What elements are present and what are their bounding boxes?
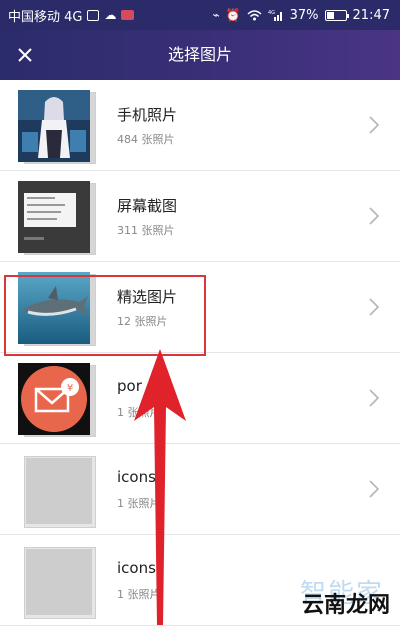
chevron-right-icon xyxy=(369,480,380,498)
chevron-right-icon xyxy=(369,207,380,225)
album-row-screenshots[interactable]: 屏幕截图 311 张照片 xyxy=(0,171,400,262)
clock: 21:47 xyxy=(352,7,390,23)
cloud-icon: ☁ xyxy=(104,8,117,22)
album-row-icons-2[interactable]: icons 1 张照片 xyxy=(0,535,400,626)
album-thumbnail xyxy=(18,90,98,164)
album-row-phone-photos[interactable]: 手机照片 484 张照片 xyxy=(0,80,400,171)
album-row-por[interactable]: ¥ por 1 张照片 xyxy=(0,353,400,444)
placeholder-thumbnail xyxy=(26,549,92,615)
album-count: 311 张照片 xyxy=(117,224,175,237)
anime-character-thumbnail xyxy=(18,90,90,162)
album-count: 484 张照片 xyxy=(117,133,175,146)
title-bar: 选择图片 xyxy=(0,30,400,80)
album-count: 12 张照片 xyxy=(117,315,168,328)
album-thumbnail xyxy=(18,272,98,346)
album-thumbnail xyxy=(18,181,98,255)
signal-icon: 4G xyxy=(268,10,282,21)
album-row-icons[interactable]: icons 1 张照片 xyxy=(0,444,400,535)
album-name: icons xyxy=(117,559,156,577)
mail-app-thumbnail: ¥ xyxy=(18,363,90,435)
album-count: 1 张照片 xyxy=(117,588,161,601)
placeholder-thumbnail xyxy=(26,458,92,524)
carrier-label: 中国移动 4G xyxy=(8,9,83,25)
wifi-icon xyxy=(247,9,262,20)
album-list: 手机照片 484 张照片 屏幕截图 311 张照片 精选图片 12 张照片 ¥ … xyxy=(0,80,400,626)
status-bar: 中国移动 4G ☁ ⌁ ⏰ 4G 37% 21:47 xyxy=(0,0,400,30)
album-name: 手机照片 xyxy=(117,106,178,124)
album-name: 精选图片 xyxy=(117,288,178,306)
app-notification-icon xyxy=(121,10,135,20)
album-thumbnail xyxy=(18,454,98,528)
album-count: 1 张照片 xyxy=(117,406,161,419)
image-notification-icon xyxy=(87,9,100,21)
album-row-featured[interactable]: 精选图片 12 张照片 xyxy=(0,262,400,353)
album-count: 1 张照片 xyxy=(117,497,161,510)
album-name: 屏幕截图 xyxy=(117,197,178,215)
screenshot-thumbnail xyxy=(18,181,90,253)
chevron-right-icon xyxy=(369,389,380,407)
album-thumbnail: ¥ xyxy=(18,363,98,437)
album-name: icons xyxy=(117,468,156,486)
alarm-icon: ⏰ xyxy=(225,8,241,22)
chevron-right-icon xyxy=(369,298,380,316)
battery-icon xyxy=(324,9,349,21)
battery-percent: 37% xyxy=(289,7,319,23)
svg-text:¥: ¥ xyxy=(67,383,73,394)
album-name: por xyxy=(117,377,142,395)
page-title: 选择图片 xyxy=(167,45,232,64)
chevron-right-icon xyxy=(369,116,380,134)
album-thumbnail xyxy=(18,545,98,619)
shark-thumbnail xyxy=(18,272,90,344)
vibrate-icon: ⌁ xyxy=(212,8,220,22)
network-type-label: 4G xyxy=(268,10,275,16)
